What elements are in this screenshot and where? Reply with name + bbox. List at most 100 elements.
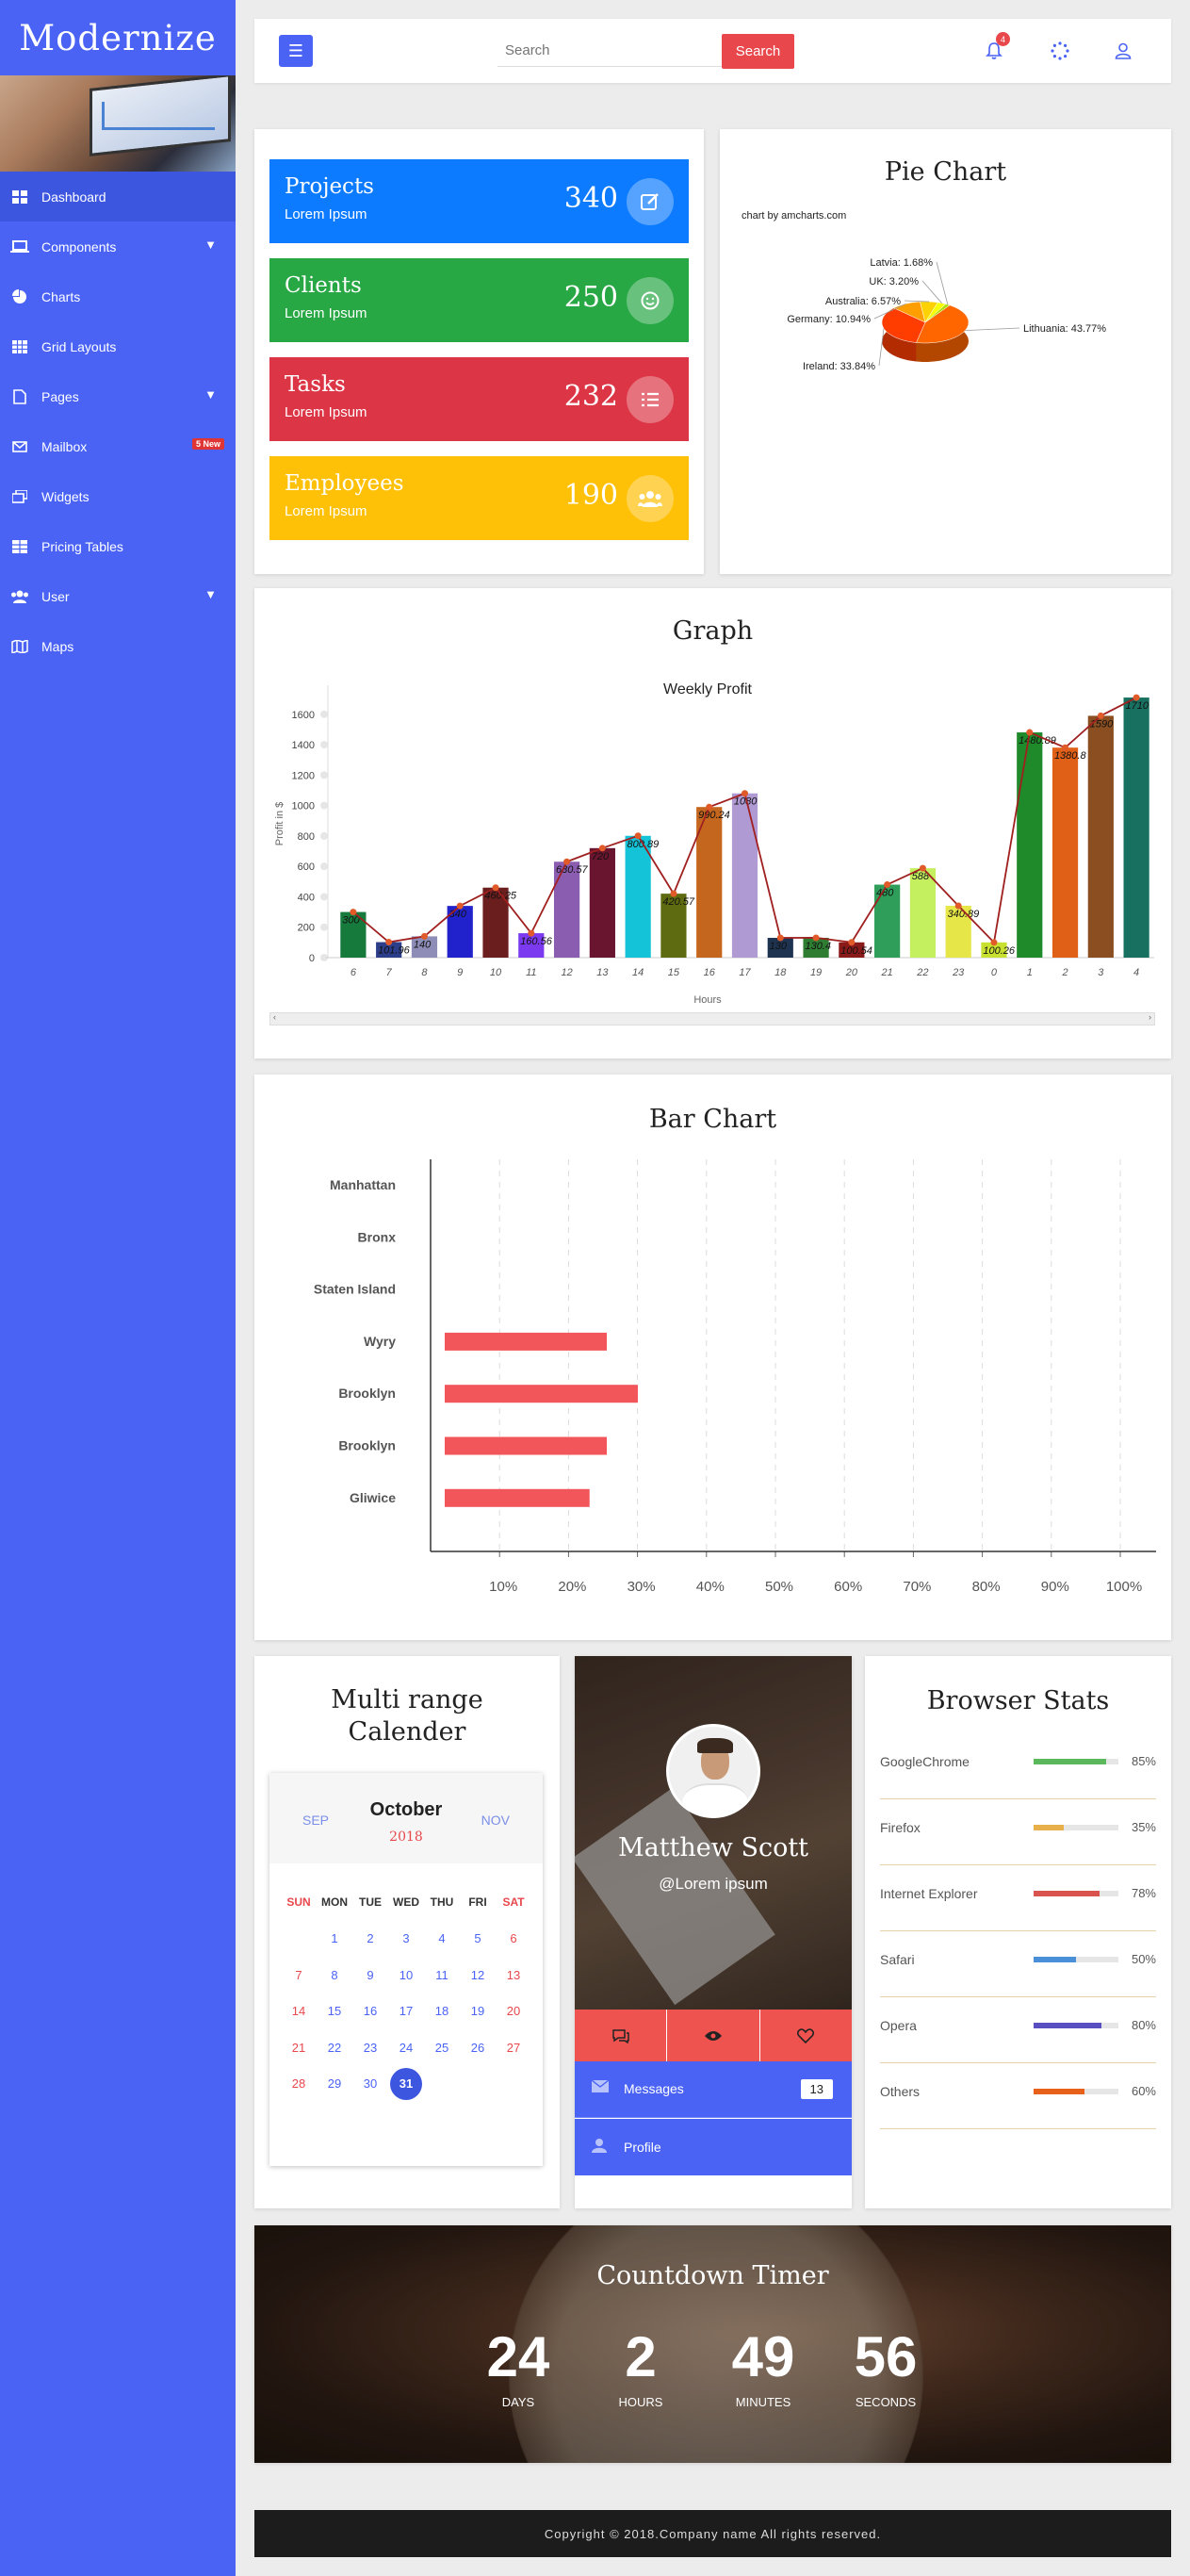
stat-value: 232: [563, 380, 618, 413]
menu-toggle-button[interactable]: ☰: [279, 35, 313, 67]
search-input[interactable]: [497, 35, 724, 67]
calendar-day[interactable]: 8: [317, 1968, 352, 1982]
calendar-day[interactable]: 27: [496, 2041, 531, 2055]
calendar-day[interactable]: 23: [352, 2041, 388, 2055]
stat-title: Clients: [285, 273, 362, 298]
browser-name: Firefox: [880, 1820, 921, 1835]
countdown-seconds-value: 56: [854, 2325, 918, 2388]
x-tick-label: 20%: [558, 1579, 586, 1595]
profile-row[interactable]: Profile: [575, 2119, 852, 2175]
calendar-day[interactable]: 1: [317, 1931, 352, 1945]
scroll-right-icon[interactable]: ›: [1149, 1012, 1151, 1022]
sidebar-item-label: Grid Layouts: [41, 338, 117, 354]
messages-row[interactable]: Messages 13: [575, 2061, 852, 2118]
chart-scrollbar[interactable]: ‹ ›: [269, 1012, 1155, 1025]
calendar-week-row: 21 22 23 24 25 26 27: [281, 2029, 531, 2066]
calendar-day[interactable]: 10: [388, 1968, 424, 1982]
stat-card-projects[interactable]: Projects Lorem Ipsum 340: [269, 159, 689, 243]
browser-stat-row: Opera 80%: [880, 1997, 1156, 2063]
notification-button[interactable]: 4: [983, 32, 1010, 62]
sidebar-item-mailbox[interactable]: Mailbox 5 New: [0, 421, 236, 471]
calendar-day[interactable]: 18: [424, 2004, 460, 2018]
sidebar-item-pages[interactable]: Pages ▼: [0, 371, 236, 421]
trend-point: [990, 939, 998, 946]
pie-chart: Lithuania: 43.77% Ireland: 33.84% Germany:…: [787, 257, 1106, 372]
calendar-day[interactable]: 19: [460, 2004, 496, 2018]
y-tick-label: 0: [309, 953, 315, 964]
sidebar-item-widgets[interactable]: Widgets: [0, 471, 236, 521]
sidebar-item-dashboard[interactable]: Dashboard: [0, 172, 236, 222]
progress-bar: [1034, 1825, 1118, 1830]
data-label: 1590: [1090, 718, 1114, 730]
x-tick-label: 21: [881, 967, 893, 978]
brand-logo[interactable]: Modernize: [0, 0, 236, 75]
calendar-day[interactable]: 11: [424, 1968, 460, 1982]
calendar-day[interactable]: 17: [388, 2004, 424, 2018]
trend-point: [919, 864, 926, 872]
trend-point: [563, 858, 571, 865]
stat-card-employees[interactable]: Employees Lorem Ipsum 190: [269, 456, 689, 540]
loading-button[interactable]: [1049, 40, 1071, 62]
calendar-widget: SEP October 2018 NOV SUN MON TUE WED THU FRI S…: [269, 1773, 543, 2166]
calendar-day[interactable]: 22: [317, 2041, 352, 2055]
view-button[interactable]: [667, 2010, 760, 2061]
grid-icon: [9, 189, 30, 205]
chat-button[interactable]: [575, 2010, 668, 2061]
sidebar-item-label: Charts: [41, 288, 81, 304]
search-button[interactable]: Search: [722, 34, 794, 69]
calendar-day[interactable]: 20: [496, 2004, 531, 2018]
calendar-day[interactable]: 12: [460, 1968, 496, 1982]
trend-point: [456, 902, 464, 910]
profile-actions: [575, 2010, 852, 2061]
data-label: 460.25: [484, 891, 517, 902]
calendar-header: SEP October 2018 NOV: [269, 1773, 543, 1863]
browser-stat-row: Safari 50%: [880, 1931, 1156, 1997]
user-menu-button[interactable]: [1112, 40, 1134, 62]
browser-stat-row: Firefox 35%: [880, 1799, 1156, 1865]
calendar-day[interactable]: 25: [424, 2041, 460, 2055]
sidebar-item-pricing-tables[interactable]: Pricing Tables: [0, 521, 236, 571]
x-tick-label: 100%: [1106, 1579, 1142, 1595]
sidebar-item-charts[interactable]: Charts: [0, 271, 236, 321]
avatar[interactable]: [666, 1724, 760, 1818]
sidebar-item-grid-layouts[interactable]: Grid Layouts: [0, 321, 236, 371]
sidebar-item-user[interactable]: User ▼: [0, 571, 236, 621]
calendar-day[interactable]: 9: [352, 1968, 388, 1982]
calendar-day[interactable]: 5: [460, 1931, 496, 1945]
sidebar-item-maps[interactable]: Maps: [0, 621, 236, 671]
stat-title: Projects: [285, 174, 374, 199]
calendar-day[interactable]: 21: [281, 2041, 317, 2055]
bar: [553, 861, 580, 958]
browser-percentage: 85%: [1131, 1754, 1156, 1768]
calendar-day[interactable]: 29: [317, 2076, 352, 2091]
calendar-day[interactable]: 13: [496, 1968, 531, 1982]
x-tick-label: 14: [632, 967, 644, 978]
calendar-day[interactable]: 30: [352, 2076, 388, 2091]
x-tick-label: 30%: [628, 1579, 656, 1595]
like-button[interactable]: [760, 2010, 852, 2061]
calendar-day[interactable]: 14: [281, 2004, 317, 2018]
calendar-day[interactable]: 3: [388, 1931, 424, 1945]
calendar-day[interactable]: 31: [388, 2067, 424, 2100]
scroll-left-icon[interactable]: ‹: [273, 1012, 276, 1022]
calendar-day[interactable]: 7: [281, 1968, 317, 1982]
calendar-day[interactable]: 4: [424, 1931, 460, 1945]
stat-card-tasks[interactable]: Tasks Lorem Ipsum 232: [269, 357, 689, 441]
calendar-day[interactable]: 28: [281, 2076, 317, 2091]
calendar-day[interactable]: 16: [352, 2004, 388, 2018]
browser-percentage: 80%: [1131, 2018, 1156, 2032]
x-tick-label: 15: [668, 967, 680, 978]
user-icon: [1115, 42, 1132, 59]
data-label: 130.4: [805, 941, 831, 952]
calendar-day[interactable]: 26: [460, 2041, 496, 2055]
calendar-day[interactable]: 24: [388, 2041, 424, 2055]
calendar-next-month[interactable]: NOV: [481, 1813, 510, 1828]
calendar-weekday-label: THU: [430, 1895, 454, 1910]
stat-card-clients[interactable]: Clients Lorem Ipsum 250: [269, 258, 689, 342]
pie-slice-label: Latvia: 1.68%: [870, 257, 933, 269]
calendar-day[interactable]: 2: [352, 1931, 388, 1945]
calendar-day[interactable]: 6: [496, 1931, 531, 1945]
calendar-day[interactable]: 15: [317, 2004, 352, 2018]
sidebar-item-components[interactable]: Components ▼: [0, 222, 236, 271]
browser-percentage: 60%: [1131, 2084, 1156, 2098]
